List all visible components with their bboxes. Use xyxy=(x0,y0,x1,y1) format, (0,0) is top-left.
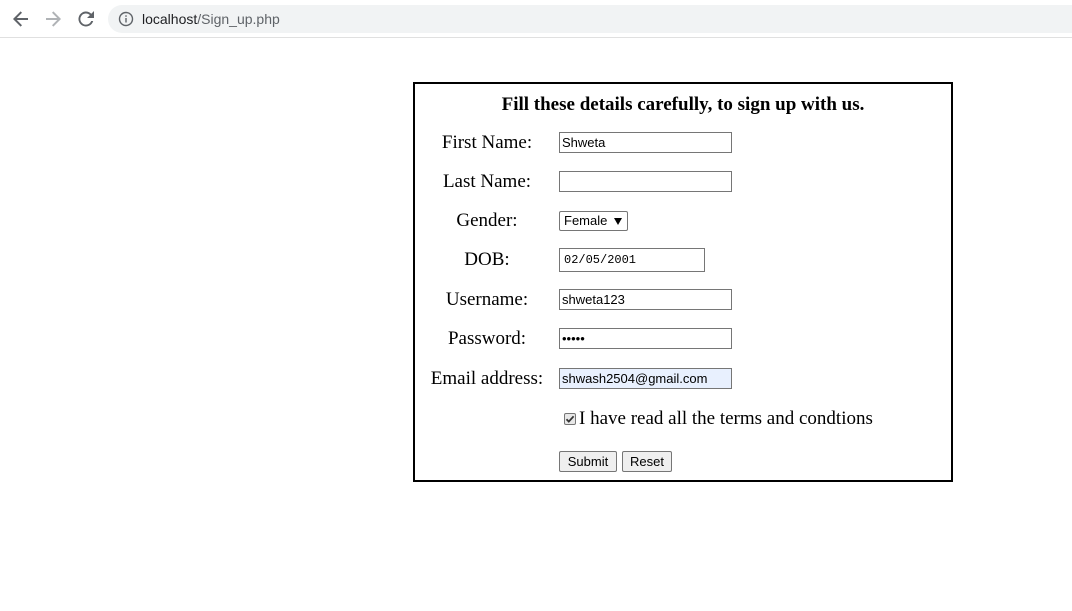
signup-form: Fill these details carefully, to sign up… xyxy=(413,82,953,482)
username-label: Username: xyxy=(445,289,529,310)
address-bar[interactable]: localhost/Sign_up.php xyxy=(108,5,1072,33)
gender-select[interactable]: Female xyxy=(559,211,628,231)
url-text: localhost/Sign_up.php xyxy=(142,11,280,27)
first-name-label: First Name: xyxy=(441,132,533,153)
password-label: Password: xyxy=(447,328,527,349)
gender-label: Gender: xyxy=(456,210,518,231)
submit-button[interactable]: Submit xyxy=(559,451,617,472)
terms-label[interactable]: I have read all the terms and condtions xyxy=(579,408,873,430)
dob-input[interactable]: 02/05/2001 xyxy=(559,248,705,272)
reset-button[interactable]: Reset xyxy=(622,451,672,472)
terms-checkbox[interactable] xyxy=(564,413,576,425)
url-host: localhost xyxy=(142,11,198,27)
first-name-input[interactable]: Shweta xyxy=(559,132,732,153)
back-button[interactable] xyxy=(9,7,33,31)
password-input[interactable]: ••••• xyxy=(559,328,732,349)
checkmark-icon xyxy=(565,415,575,423)
email-label: Email address: xyxy=(430,368,544,389)
reload-icon xyxy=(78,11,94,27)
arrow-left-icon xyxy=(13,11,28,27)
gender-selected-value: Female xyxy=(564,213,608,228)
arrow-right-icon xyxy=(46,11,61,27)
last-name-input[interactable] xyxy=(559,171,732,192)
forward-button[interactable] xyxy=(41,7,65,31)
email-input[interactable]: shwash2504@gmail.com xyxy=(559,368,732,389)
dob-label: DOB: xyxy=(464,249,510,270)
url-path: /Sign_up.php xyxy=(197,11,280,27)
last-name-label: Last Name: xyxy=(442,171,532,192)
dropdown-arrow-icon xyxy=(614,218,622,225)
info-icon[interactable] xyxy=(118,11,134,27)
username-input[interactable]: shweta123 xyxy=(559,289,732,310)
form-heading: Fill these details carefully, to sign up… xyxy=(501,94,865,115)
browser-toolbar: localhost/Sign_up.php xyxy=(0,0,1072,38)
reload-button[interactable] xyxy=(74,7,98,31)
